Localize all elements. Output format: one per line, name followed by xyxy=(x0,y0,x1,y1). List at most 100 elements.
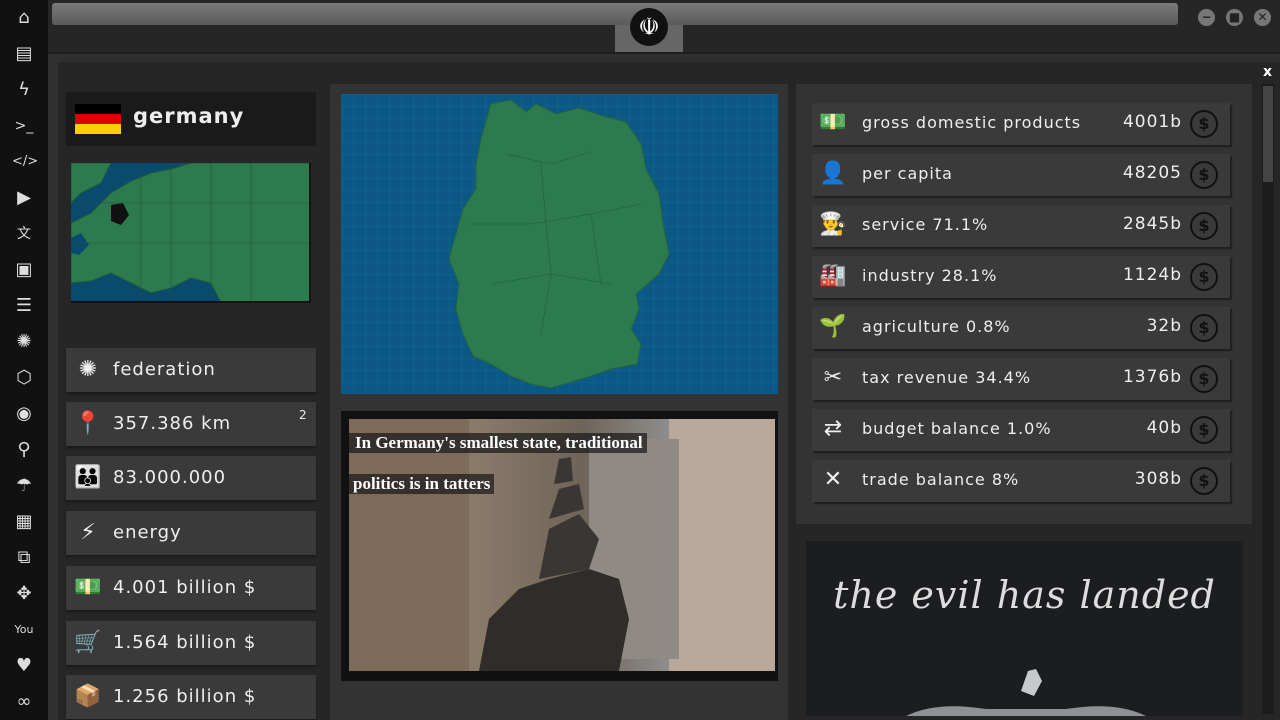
economy-panel: 💵 gross domestic products 4001b $ 👤 per capit… xyxy=(796,84,1252,524)
people-icon: 👪 xyxy=(74,465,102,490)
gdp-row[interactable]: 💵 4.001 billion $ xyxy=(66,566,316,610)
map-and-news: In Germany's smallest state, traditional… xyxy=(330,84,788,720)
exchange-icon: ⇄ xyxy=(823,416,843,441)
economy-row[interactable]: ✕ trade balance 8% 308b $ xyxy=(812,460,1230,502)
translate-icon[interactable]: 文 xyxy=(12,222,36,246)
economy-value: 48205 xyxy=(1122,163,1182,183)
contacts-icon[interactable]: ▦ xyxy=(12,510,36,534)
trade-cross-icon: ✕ xyxy=(823,467,843,492)
news-headline-line-2: politics is in tatters xyxy=(349,474,495,494)
economy-value: 32b xyxy=(1146,316,1182,336)
export-row-text: 1.256 billion $ xyxy=(113,686,257,707)
rebel-alliance-icon[interactable]: ☫ xyxy=(630,8,668,46)
hexagon-icon[interactable]: ⬡ xyxy=(12,366,36,390)
title-bar: ☫ − ■ ✕ xyxy=(48,0,1280,54)
chef-icon: 👨‍🍳 xyxy=(819,212,847,237)
empire-emblem-icon: ✺ xyxy=(78,357,98,382)
dollar-icon[interactable]: $ xyxy=(1190,161,1218,189)
economy-label: gross domestic products xyxy=(862,113,1082,132)
economy-row[interactable]: 💵 gross domestic products 4001b $ xyxy=(812,103,1230,145)
youtube-icon[interactable]: You xyxy=(12,618,36,642)
minimize-button[interactable]: − xyxy=(1198,9,1215,26)
terminal-icon[interactable]: >_ xyxy=(12,114,36,138)
dollar-icon[interactable]: $ xyxy=(1190,314,1218,342)
news-icon[interactable]: ☰ xyxy=(12,294,36,318)
government-row[interactable]: ✺ federation xyxy=(66,348,316,392)
image-icon[interactable]: ▣ xyxy=(12,258,36,282)
unit-superscript: 2 xyxy=(299,408,307,422)
maximize-button[interactable]: ■ xyxy=(1226,9,1243,26)
locator-map[interactable] xyxy=(71,163,311,303)
economy-value: 40b xyxy=(1146,418,1182,438)
economy-label: service 71.1% xyxy=(862,215,989,234)
country-panel: x germany ✺ federation 📍 357.386 km 2 👪 83.000… xyxy=(58,62,1280,720)
dollar-icon[interactable]: $ xyxy=(1190,365,1218,393)
person-icon: 👤 xyxy=(819,161,847,186)
economy-row[interactable]: ⇄ budget balance 1.0% 40b $ xyxy=(812,409,1230,451)
lightning-icon[interactable]: ϟ xyxy=(12,78,36,102)
empire-icon[interactable]: ✺ xyxy=(12,330,36,354)
economy-label: industry 28.1% xyxy=(862,266,998,285)
area-row-text: 357.386 km xyxy=(113,413,232,434)
dollar-icon[interactable]: $ xyxy=(1190,416,1218,444)
title-field[interactable] xyxy=(52,3,1178,25)
search-icon[interactable]: ⚲ xyxy=(12,438,36,462)
lightning-icon: ⚡ xyxy=(80,520,96,545)
population-row[interactable]: 👪 83.000.000 xyxy=(66,456,316,500)
economy-row[interactable]: 👨‍🍳 service 71.1% 2845b $ xyxy=(812,205,1230,247)
sprout-icon: 🌱 xyxy=(819,314,847,339)
economy-value: 2845b xyxy=(1122,214,1182,234)
germany-flag-icon xyxy=(75,104,121,134)
heart-icon[interactable]: ♥ xyxy=(12,654,36,678)
import-row-text: 1.564 billion $ xyxy=(113,632,257,653)
link-icon[interactable]: ⧉ xyxy=(12,546,36,570)
umbrella-icon[interactable]: ☂ xyxy=(12,474,36,498)
economy-row[interactable]: 🌱 agriculture 0.8% 32b $ xyxy=(812,307,1230,349)
government-row-text: federation xyxy=(113,359,216,380)
news-card[interactable]: In Germany's smallest state, traditional… xyxy=(341,411,778,681)
code-icon[interactable]: </> xyxy=(12,150,38,174)
economy-label: tax revenue 34.4% xyxy=(862,368,1032,387)
energy-row[interactable]: ⚡ energy xyxy=(66,511,316,555)
infinity-icon[interactable]: ∞ xyxy=(12,690,36,714)
globe-icon[interactable]: ◉ xyxy=(12,402,36,426)
import-row[interactable]: 🛒 1.564 billion $ xyxy=(66,621,316,665)
money-stack-icon: 💵 xyxy=(74,575,102,600)
money-stack-icon: 💵 xyxy=(819,110,847,135)
document-icon[interactable]: ▤ xyxy=(12,42,36,66)
dollar-icon[interactable]: $ xyxy=(1190,263,1218,291)
close-window-button[interactable]: ✕ xyxy=(1254,9,1271,26)
news-headline-line-1: In Germany's smallest state, traditional xyxy=(349,433,647,453)
expand-icon[interactable]: ✥ xyxy=(12,582,36,606)
home-icon[interactable]: ⌂ xyxy=(12,6,36,30)
economy-value: 1376b xyxy=(1122,367,1182,387)
country-name: germany xyxy=(133,104,245,128)
economy-row[interactable]: 🏭 industry 28.1% 1124b $ xyxy=(812,256,1230,298)
country-summary: germany ✺ federation 📍 357.386 km 2 👪 83.000.0… xyxy=(58,84,324,720)
scrollbar-thumb[interactable] xyxy=(1263,86,1273,182)
dollar-icon[interactable]: $ xyxy=(1190,212,1218,240)
economy-label: trade balance 8% xyxy=(862,470,1020,489)
population-row-text: 83.000.000 xyxy=(113,467,227,488)
scissors-money-icon: ✂ xyxy=(823,365,843,390)
sidebar: ⌂ ▤ ϟ >_ </> ▶ 文 ▣ ☰ ✺ ⬡ ◉ ⚲ ☂ ▦ ⧉ ✥ You… xyxy=(0,0,48,720)
economy-value: 1124b xyxy=(1122,265,1182,285)
energy-row-text: energy xyxy=(113,522,182,543)
close-panel-button[interactable]: x xyxy=(1263,64,1272,80)
country-map[interactable] xyxy=(341,94,778,394)
economy-label: agriculture 0.8% xyxy=(862,317,1011,336)
economy-value: 308b xyxy=(1134,469,1182,489)
economy-row[interactable]: ✂ tax revenue 34.4% 1376b $ xyxy=(812,358,1230,400)
video-thumbnail[interactable]: the evil has landed xyxy=(806,541,1243,716)
cargo-cart-icon: 🛒 xyxy=(74,630,102,655)
economy-value: 4001b xyxy=(1122,112,1182,132)
map-pin-icon: 📍 xyxy=(74,411,102,436)
export-row[interactable]: 📦 1.256 billion $ xyxy=(66,675,316,719)
economy-row[interactable]: 👤 per capita 48205 $ xyxy=(812,154,1230,196)
play-icon[interactable]: ▶ xyxy=(12,186,36,210)
country-header: germany xyxy=(66,92,316,146)
economy-label: budget balance 1.0% xyxy=(862,419,1052,438)
dollar-icon[interactable]: $ xyxy=(1190,467,1218,495)
area-row[interactable]: 📍 357.386 km 2 xyxy=(66,402,316,446)
dollar-icon[interactable]: $ xyxy=(1190,110,1218,138)
